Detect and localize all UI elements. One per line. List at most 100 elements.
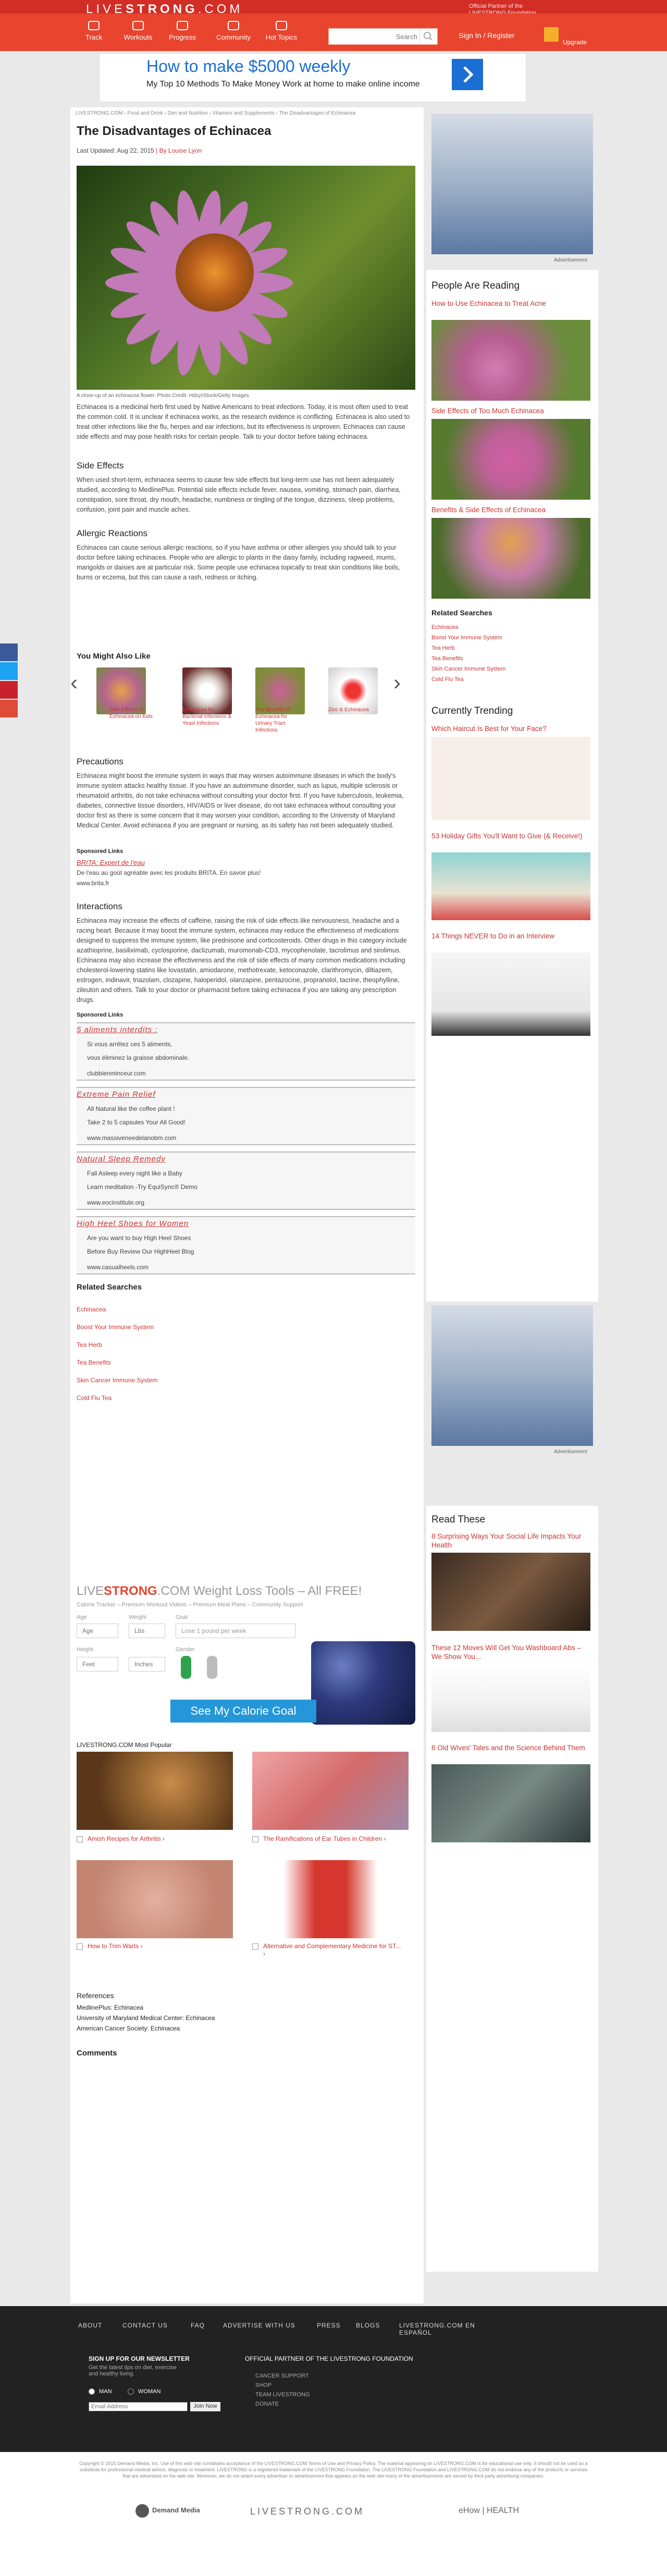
sidebar-ad-1[interactable]: Advertisement bbox=[426, 107, 598, 279]
ymal-link-3[interactable]: The Benefits of Echinacea for Urinary Tr… bbox=[255, 707, 305, 734]
related-link-4[interactable]: Tea Benefits bbox=[77, 1359, 111, 1366]
related-link-3[interactable]: Tea Herb bbox=[77, 1341, 102, 1348]
side-related-2[interactable]: Boost Your Immune System bbox=[431, 635, 502, 641]
pyr-link-1[interactable]: How to Use Echinacea to Treat Acne bbox=[431, 299, 590, 308]
ymal-link-1[interactable]: Side Effects of Echinacea on Kids bbox=[109, 707, 159, 720]
join-button[interactable]: Join Now bbox=[190, 2402, 220, 2411]
popular-checkbox-1[interactable] bbox=[77, 1836, 83, 1842]
side-related-5[interactable]: Skin Cancer Immune System bbox=[431, 666, 505, 672]
popular-link-1[interactable]: Amish Recipes for Arthritis › bbox=[88, 1835, 165, 1843]
related-link-1[interactable]: Echinacea bbox=[77, 1306, 106, 1313]
top-ad-arrow[interactable] bbox=[452, 59, 483, 90]
pyr-image-2[interactable] bbox=[431, 419, 590, 500]
partner-link-team[interactable]: TEAM LIVESTRONG bbox=[255, 2392, 310, 2398]
popular-link-3[interactable]: How to Trim Warts › bbox=[88, 1942, 143, 1950]
footer-link-espanol[interactable]: LIVESTRONG.COM EN ESPAÑOL bbox=[399, 2322, 503, 2336]
trend-link-2[interactable]: 53 Holiday Gifts You'll Want to Give (& … bbox=[431, 832, 590, 840]
read-image-2[interactable] bbox=[431, 1664, 590, 1732]
goal-select[interactable]: Lose 1 pound per week bbox=[176, 1624, 295, 1638]
search-button[interactable] bbox=[419, 29, 437, 44]
ad-url-4[interactable]: www.casualheels.com bbox=[87, 1263, 149, 1271]
ad-title-4[interactable]: High Heel Shoes for Women bbox=[77, 1219, 189, 1228]
trend-image-1[interactable] bbox=[431, 737, 590, 820]
pyr-image-1[interactable] bbox=[431, 320, 590, 401]
popular-image-3[interactable] bbox=[77, 1860, 233, 1938]
popular-checkbox-4[interactable] bbox=[252, 1943, 258, 1950]
ad-url-2[interactable]: www.massiveneedelanobm.com bbox=[87, 1134, 176, 1142]
popular-image-1[interactable] bbox=[77, 1752, 233, 1830]
ad-title-2[interactable]: Extreme Pain Relief bbox=[77, 1090, 156, 1099]
woman-radio[interactable] bbox=[128, 2388, 134, 2395]
related-link-5[interactable]: Skin Cancer Immune System bbox=[77, 1377, 157, 1384]
nav-progress[interactable]: Progress bbox=[162, 21, 203, 41]
read-link-2[interactable]: These 12 Moves Will Get You Washboard Ab… bbox=[431, 1643, 590, 1661]
partner-link-cancer[interactable]: CANCER SUPPORT bbox=[255, 2373, 308, 2379]
pyr-link-3[interactable]: Benefits & Side Effects of Echinacea bbox=[431, 505, 590, 514]
livestrong-footer-logo[interactable]: LIVESTRONG.COM bbox=[250, 2506, 364, 2517]
sidebar-ad-1-image[interactable] bbox=[431, 114, 593, 254]
footer-link-blogs[interactable]: BLOGS bbox=[356, 2322, 380, 2329]
search-input[interactable] bbox=[329, 29, 417, 44]
nav-workouts[interactable]: Workouts bbox=[117, 21, 159, 41]
ad-url-1[interactable]: clubbienminceur.com bbox=[87, 1069, 146, 1078]
breadcrumb[interactable]: LIVESTRONG.COM › Food and Drink › Diet a… bbox=[76, 110, 355, 116]
popular-link-2[interactable]: The Ramifications of Ear Tubes in Childr… bbox=[263, 1835, 404, 1843]
side-related-1[interactable]: Echinacea bbox=[431, 624, 458, 630]
female-icon[interactable] bbox=[207, 1656, 217, 1679]
googleplus-share-icon[interactable] bbox=[0, 700, 18, 717]
age-input[interactable] bbox=[77, 1624, 118, 1638]
sidebar-ad-2-image[interactable] bbox=[431, 1305, 593, 1446]
popular-checkbox-3[interactable] bbox=[77, 1943, 83, 1950]
footer-link-press[interactable]: PRESS bbox=[317, 2322, 341, 2329]
carousel-prev-icon[interactable]: ‹ bbox=[70, 670, 78, 695]
side-related-3[interactable]: Tea Herb bbox=[431, 645, 455, 651]
pyr-image-3[interactable] bbox=[431, 518, 590, 599]
trend-link-3[interactable]: 14 Things NEVER to Do in an Interview bbox=[431, 932, 590, 940]
ad-title-1[interactable]: 5 aliments interdits : bbox=[77, 1025, 157, 1034]
upgrade-label[interactable]: Upgrade bbox=[563, 39, 587, 46]
partner-link-donate[interactable]: DONATE bbox=[255, 2401, 279, 2407]
ehow-health-logo[interactable]: eHow | HEALTH bbox=[459, 2506, 519, 2516]
nav-track[interactable]: Track bbox=[73, 21, 115, 41]
twitter-share-icon[interactable] bbox=[0, 662, 18, 680]
popular-image-4[interactable] bbox=[252, 1860, 409, 1938]
top-ad[interactable]: How to make $5000 weekly My Top 10 Metho… bbox=[99, 53, 526, 102]
footer-link-faq[interactable]: FAQ bbox=[191, 2322, 205, 2329]
sponsored-ad-url[interactable]: www.brita.fr bbox=[77, 880, 109, 887]
nav-community[interactable]: Community bbox=[213, 21, 254, 41]
side-related-4[interactable]: Tea Benefits bbox=[431, 655, 463, 662]
read-image-1[interactable] bbox=[431, 1553, 590, 1631]
footer-link-advertise[interactable]: ADVERTISE WITH US bbox=[223, 2322, 295, 2329]
ad-url-3[interactable]: www.eocinstitute.org bbox=[87, 1198, 144, 1207]
top-ad-headline[interactable]: How to make $5000 weekly bbox=[146, 57, 350, 76]
ymal-link-4[interactable]: Zinc & Echinacea bbox=[328, 707, 378, 713]
male-icon[interactable] bbox=[181, 1656, 191, 1679]
author-link[interactable]: | By Louise Lyon bbox=[156, 147, 202, 154]
inches-input[interactable] bbox=[129, 1657, 165, 1671]
sidebar-ad-2[interactable]: Advertisement bbox=[426, 1305, 598, 1477]
calorie-goal-button[interactable]: See My Calorie Goal bbox=[170, 1700, 316, 1723]
trend-link-1[interactable]: Which Haircut Is Best for Your Face? bbox=[431, 724, 590, 733]
man-radio[interactable] bbox=[89, 2388, 95, 2395]
ad-title-3[interactable]: Natural Sleep Remedy bbox=[77, 1155, 166, 1163]
demand-media-logo[interactable]: Demand Media bbox=[152, 2506, 200, 2514]
newsletter-email-input[interactable] bbox=[89, 2402, 188, 2411]
related-link-6[interactable]: Cold Flu Tea bbox=[77, 1394, 112, 1402]
footer-link-about[interactable]: ABOUT bbox=[78, 2322, 102, 2329]
popular-link-4[interactable]: Alternative and Complementary Medicine f… bbox=[263, 1942, 404, 1958]
facebook-share-icon[interactable] bbox=[0, 643, 18, 661]
pyr-link-2[interactable]: Side Effects of Too Much Echinacea bbox=[431, 406, 590, 415]
feet-input[interactable] bbox=[77, 1657, 118, 1671]
trend-image-2[interactable] bbox=[431, 852, 590, 920]
side-related-6[interactable]: Cold Flu Tea bbox=[431, 676, 464, 683]
trend-image-3[interactable] bbox=[431, 952, 590, 1036]
popular-image-2[interactable] bbox=[252, 1752, 409, 1830]
pinterest-share-icon[interactable] bbox=[0, 681, 18, 699]
footer-link-contact[interactable]: CONTACT US bbox=[122, 2322, 168, 2329]
read-link-1[interactable]: 8 Surprising Ways Your Social Life Impac… bbox=[431, 1532, 590, 1550]
read-link-3[interactable]: 8 Old Wives' Tales and the Science Behin… bbox=[431, 1743, 590, 1752]
sponsored-ad-title[interactable]: BRITA: Expert de l'eau bbox=[77, 859, 145, 866]
carousel-next-icon[interactable]: › bbox=[393, 670, 401, 695]
weight-input[interactable] bbox=[129, 1624, 165, 1638]
nav-hot-topics[interactable]: Hot Topics bbox=[261, 21, 302, 41]
